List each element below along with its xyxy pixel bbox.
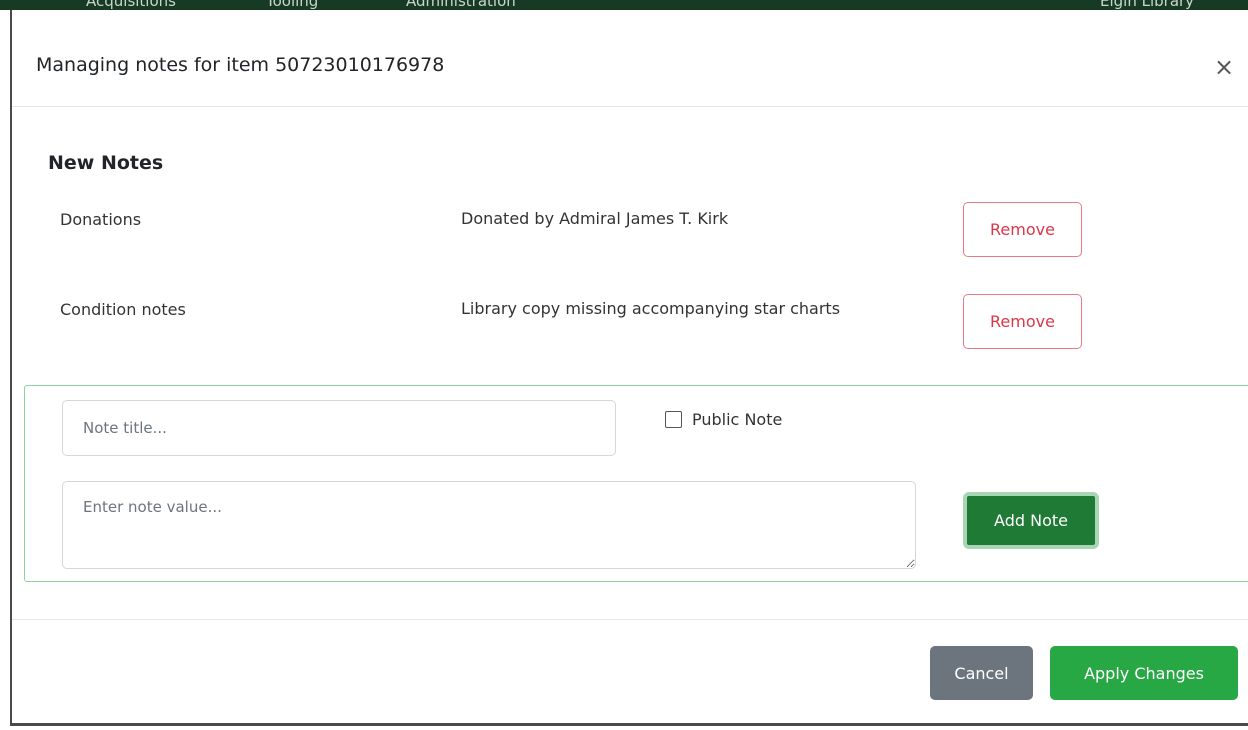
- new-notes-heading: New Notes: [48, 152, 164, 174]
- note-title-input[interactable]: [62, 400, 616, 456]
- public-note-option[interactable]: Public Note: [665, 410, 782, 429]
- background-nav-strip: Acquisitions Tooling Administration Elgi…: [0, 0, 1248, 10]
- remove-note-button[interactable]: Remove: [963, 202, 1082, 257]
- cancel-button[interactable]: Cancel: [930, 646, 1033, 700]
- public-note-label: Public Note: [692, 410, 783, 429]
- new-note-form: Public Note Add Note: [24, 385, 1248, 582]
- note-title: Condition notes: [60, 300, 186, 319]
- background-nav-item: Administration: [406, 0, 516, 10]
- note-title: Donations: [60, 210, 142, 229]
- modal-header: Managing notes for item 50723010176978 ×: [12, 10, 1248, 107]
- background-nav-item: Elgin Library: [1100, 0, 1195, 10]
- remove-note-button[interactable]: Remove: [963, 294, 1082, 349]
- apply-changes-button[interactable]: Apply Changes: [1050, 646, 1238, 700]
- note-value: Library copy missing accompanying star c…: [461, 299, 841, 318]
- background-nav-item: Tooling: [266, 0, 319, 10]
- note-value: Donated by Admiral James T. Kirk: [461, 209, 729, 228]
- public-note-checkbox[interactable]: [665, 411, 682, 428]
- note-value-textarea[interactable]: [62, 481, 916, 569]
- notes-modal: Managing notes for item 50723010176978 ×…: [10, 10, 1248, 726]
- add-note-button[interactable]: Add Note: [963, 492, 1099, 549]
- background-nav-item: Acquisitions: [86, 0, 176, 10]
- modal-footer-divider: [12, 619, 1248, 620]
- close-icon[interactable]: ×: [1212, 55, 1236, 80]
- modal-title: Managing notes for item 50723010176978: [36, 54, 445, 76]
